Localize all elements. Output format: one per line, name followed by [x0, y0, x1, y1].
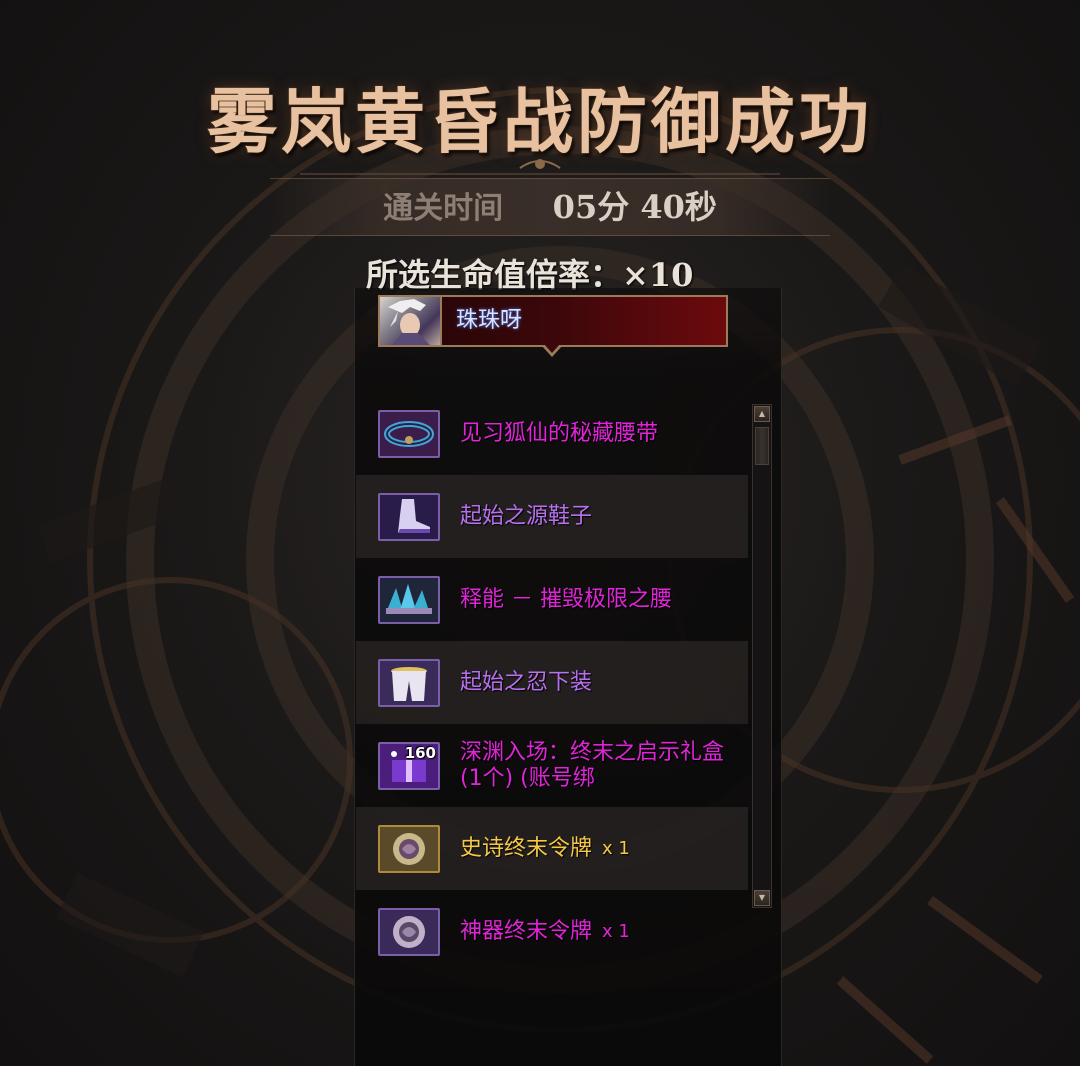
reward-qty: x 1	[602, 837, 630, 859]
reward-item[interactable]: 见习狐仙的秘藏腰带	[356, 392, 748, 475]
belt-icon	[378, 410, 440, 458]
reward-qty: x 1	[602, 920, 630, 942]
reward-item[interactable]: 起始之忍下装	[356, 641, 748, 724]
reward-name: 深渊入场：终末之启示礼盒 (1个) (账号绑	[460, 739, 725, 791]
player-card: 珠珠呀	[378, 295, 728, 347]
gift-box-badge: 160	[404, 744, 436, 762]
player-name: 珠珠呀	[456, 308, 523, 333]
clear-time-label: 通关时间	[383, 191, 504, 226]
player-name-bar: 珠珠呀	[442, 297, 726, 345]
reward-name: 起始之源鞋子	[460, 503, 593, 529]
crystal-belt-icon	[378, 576, 440, 624]
arrow-down-icon[interactable]: ▼	[754, 890, 770, 906]
reward-list[interactable]: 见习狐仙的秘藏腰带 起始之源鞋子 释能 － 摧毁极限之腰 起始之忍下装 160 …	[356, 392, 748, 973]
artifact-token-icon	[378, 908, 440, 956]
reward-item[interactable]: 史诗终末令牌 x 1	[356, 807, 748, 890]
reward-name: 见习狐仙的秘藏腰带	[460, 420, 659, 446]
shoes-icon	[378, 493, 440, 541]
result-screen: 雾岚黄昏战防御成功 通关时间 05分 40秒 所选生命值倍率：×10 珠珠呀 见…	[0, 0, 1080, 1066]
pants-icon	[378, 659, 440, 707]
reward-item[interactable]: 神器终末令牌 x 1	[356, 890, 748, 973]
clear-time-band: 通关时间 05分 40秒	[270, 178, 830, 236]
arrow-up-icon[interactable]: ▲	[754, 406, 770, 422]
epic-token-icon	[378, 825, 440, 873]
reward-name: 神器终末令牌 x 1	[460, 918, 630, 944]
gift-box-icon: 160	[378, 742, 440, 790]
reward-list-scrollbar[interactable]: ▲ ▼	[752, 404, 772, 908]
player-pointer-inner	[544, 344, 560, 353]
reward-item[interactable]: 160 深渊入场：终末之启示礼盒 (1个) (账号绑	[356, 724, 748, 807]
reward-name: 释能 － 摧毁极限之腰	[460, 586, 672, 612]
reward-name: 起始之忍下装	[460, 669, 593, 695]
title-ornament	[300, 159, 780, 175]
reward-item[interactable]: 起始之源鞋子	[356, 475, 748, 558]
reward-name: 史诗终末令牌 x 1	[460, 835, 630, 861]
scroll-thumb[interactable]	[755, 427, 769, 465]
reward-item[interactable]: 释能 － 摧毁极限之腰	[356, 558, 748, 641]
character-portrait-icon	[380, 297, 442, 345]
clear-time-value: 05分 40秒	[552, 188, 717, 226]
